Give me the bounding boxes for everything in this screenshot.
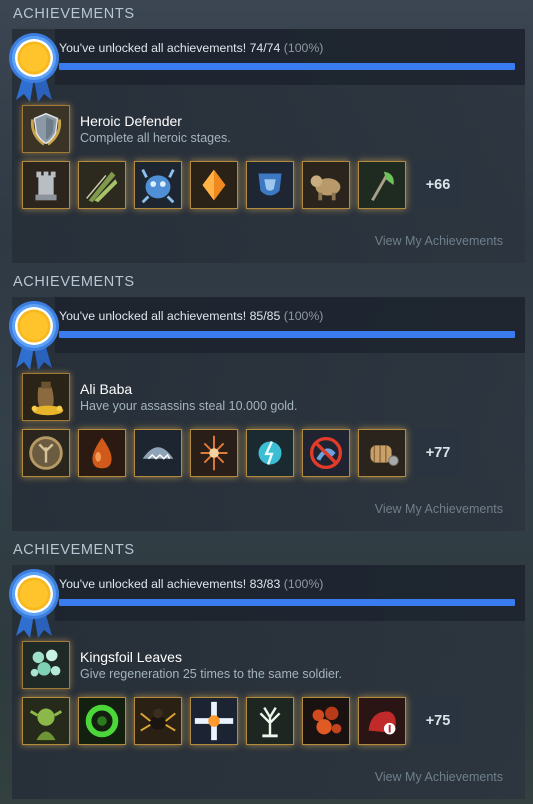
fist-icon[interactable]	[358, 429, 406, 477]
unlock-percent: (100%)	[283, 309, 324, 323]
progress-bar	[59, 331, 515, 338]
achievements-section: ACHIEVEMENTS You've unlocked all achieve…	[0, 268, 533, 536]
unlock-percent: (100%)	[283, 577, 324, 591]
unlock-text: You've unlocked all achievements! 85/85	[59, 309, 281, 323]
feature-achievement-description: Give regeneration 25 times to the same s…	[80, 667, 342, 681]
unlock-header	[55, 297, 525, 353]
no-horn-icon[interactable]	[302, 429, 350, 477]
feature-achievement-description: Have your assassins steal 10.000 gold.	[80, 399, 298, 413]
view-achievements-link[interactable]: View My Achievements	[375, 234, 503, 248]
unlock-header	[55, 29, 525, 85]
unlock-summary: You've unlocked all achievements! 85/85 …	[59, 309, 323, 323]
progress-bar	[59, 599, 515, 606]
blue-banner-icon[interactable]	[246, 161, 294, 209]
lava-rocks-icon[interactable]	[302, 697, 350, 745]
progress-fill	[59, 63, 515, 70]
unlock-header	[55, 565, 525, 621]
light-cross-icon[interactable]	[190, 697, 238, 745]
award-ribbon-icon	[9, 33, 59, 102]
unlock-summary: You've unlocked all achievements! 83/83 …	[59, 577, 323, 591]
progress-fill	[59, 599, 515, 606]
blood-drop-icon[interactable]	[78, 429, 126, 477]
achievements-section: ACHIEVEMENTS You've unlocked all achieve…	[0, 536, 533, 804]
feature-achievement-name: Ali Baba	[80, 381, 133, 397]
shark-icon[interactable]	[134, 429, 182, 477]
award-ribbon-icon	[9, 569, 59, 638]
achievement-icon-row: +66	[22, 161, 462, 209]
more-achievements-button[interactable]: +66	[414, 161, 462, 209]
achievements-section: ACHIEVEMENTS You've unlocked all achieve…	[0, 0, 533, 268]
view-achievements-link[interactable]: View My Achievements	[375, 770, 503, 784]
progress-fill	[59, 331, 515, 338]
more-achievements-button[interactable]: +77	[414, 429, 462, 477]
unlock-summary: You've unlocked all achievements! 74/74 …	[59, 41, 323, 55]
white-tree-icon[interactable]	[246, 697, 294, 745]
achievements-card[interactable]: You've unlocked all achievements! 74/74 …	[9, 29, 525, 263]
feature-achievement-name: Kingsfoil Leaves	[80, 649, 182, 665]
feature-achievement-description: Complete all heroic stages.	[80, 131, 231, 145]
section-title: ACHIEVEMENTS	[13, 274, 135, 290]
kingsfoil-leaves-icon[interactable]	[22, 641, 70, 689]
achievement-icon-row: +77	[22, 429, 462, 477]
more-achievements-button[interactable]: +75	[414, 697, 462, 745]
section-title: ACHIEVEMENTS	[13, 6, 135, 22]
unlock-text: You've unlocked all achievements! 74/74	[59, 41, 281, 55]
green-ring-icon[interactable]	[78, 697, 126, 745]
gold-sack-icon[interactable]	[22, 373, 70, 421]
sword-burst-icon[interactable]	[190, 429, 238, 477]
blue-creature-icon[interactable]	[134, 161, 182, 209]
feather-blades-icon[interactable]	[78, 161, 126, 209]
lightning-orb-icon[interactable]	[246, 429, 294, 477]
view-achievements-link[interactable]: View My Achievements	[375, 502, 503, 516]
spider-icon[interactable]	[134, 697, 182, 745]
award-ribbon-icon	[9, 301, 59, 370]
orange-crystal-icon[interactable]	[190, 161, 238, 209]
feature-achievement-name: Heroic Defender	[80, 113, 182, 129]
achievements-card[interactable]: You've unlocked all achievements! 83/83 …	[9, 565, 525, 799]
chess-rook-icon[interactable]	[22, 161, 70, 209]
achievements-card[interactable]: You've unlocked all achievements! 85/85 …	[9, 297, 525, 531]
section-title: ACHIEVEMENTS	[13, 542, 135, 558]
beast-icon[interactable]	[302, 161, 350, 209]
green-axe-icon[interactable]	[358, 161, 406, 209]
red-beast-icon[interactable]	[358, 697, 406, 745]
unlock-text: You've unlocked all achievements! 83/83	[59, 577, 281, 591]
achievement-icon-row: +75	[22, 697, 462, 745]
unlock-percent: (100%)	[283, 41, 324, 55]
goblin-icon[interactable]	[22, 697, 70, 745]
progress-bar	[59, 63, 515, 70]
shield-laurel-icon[interactable]	[22, 105, 70, 153]
tree-emblem-icon[interactable]	[22, 429, 70, 477]
